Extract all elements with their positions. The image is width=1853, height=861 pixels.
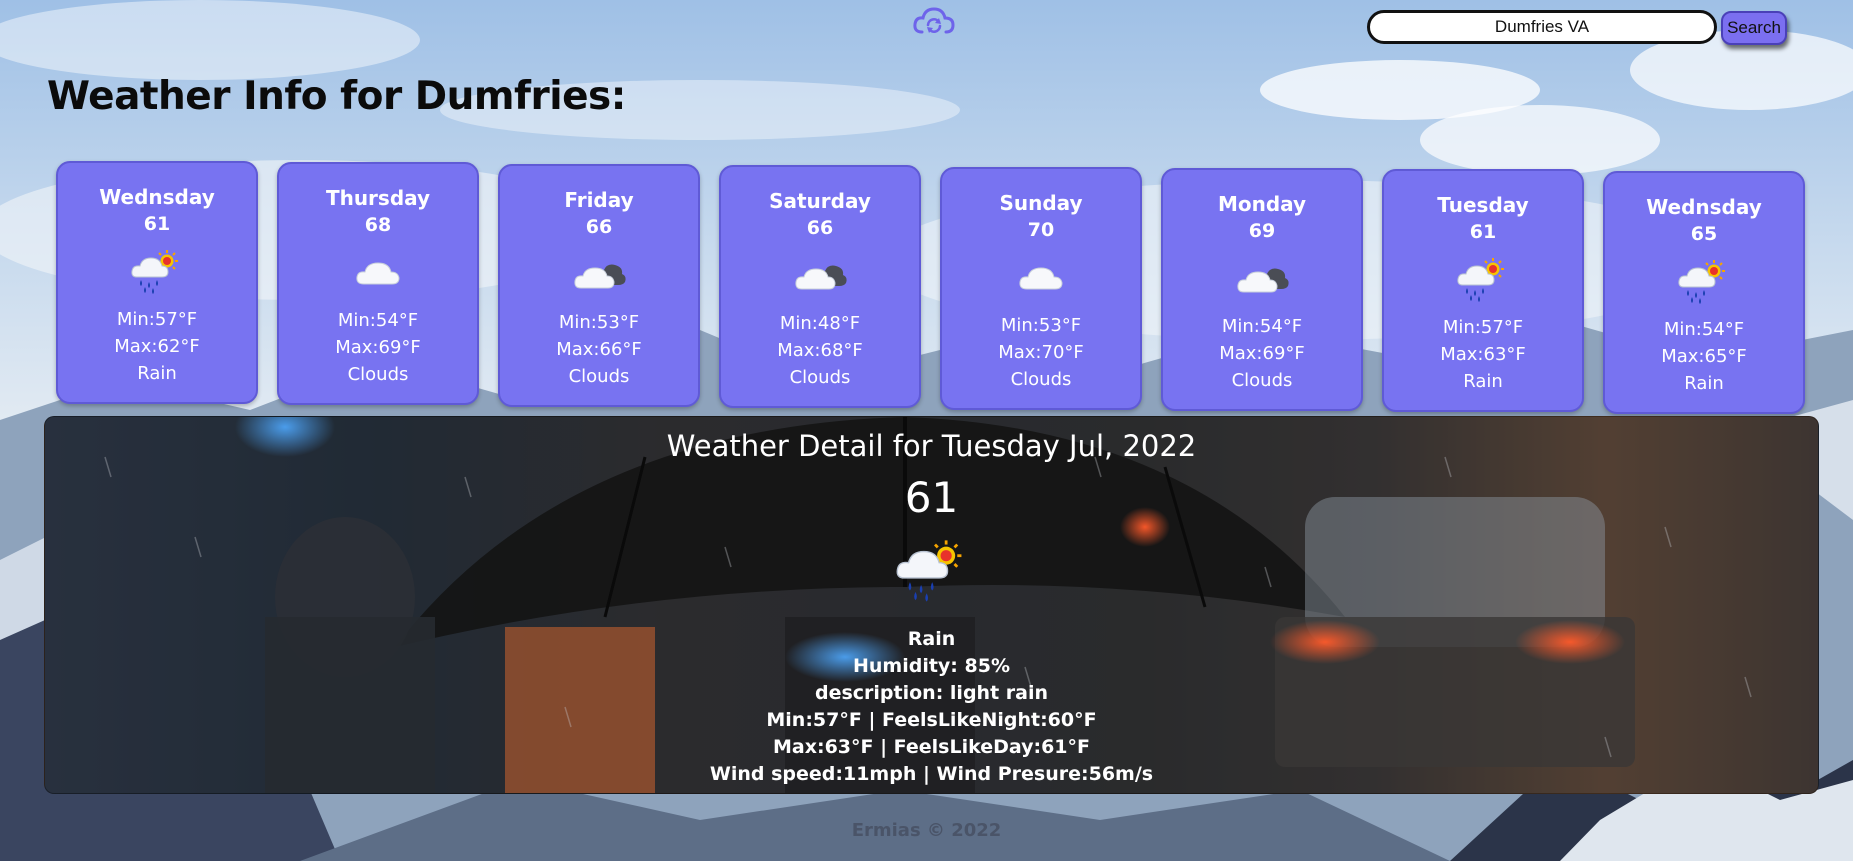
detail-wind: Wind speed:11mph | Wind Presure:56m/s xyxy=(709,763,1154,785)
forecast-min: Min:54°F xyxy=(1221,316,1303,337)
forecast-max: Max:66°F xyxy=(556,338,642,360)
detail-min-feels-night: Min:57°F | FeelsLikeNight:60°F xyxy=(766,709,1097,731)
forecast-max: Max:62°F xyxy=(114,336,200,357)
forecast-min: Min:54°F xyxy=(337,310,419,332)
forecast-temp: 68 xyxy=(364,214,392,237)
broken-clouds-icon xyxy=(795,265,847,290)
forecast-card-tuesday[interactable]: Tuesday 61 Min:57°F Max:63°F Rain xyxy=(1382,169,1584,413)
cloud-icon xyxy=(356,262,400,285)
forecast-day: Sunday xyxy=(999,190,1083,215)
detail-max-feels-day: Max:63°F | FeelsLikeDay:61°F xyxy=(772,736,1091,758)
rain-sun-icon xyxy=(896,540,962,602)
forecast-temp: 61 xyxy=(143,213,171,235)
forecast-min: Min:48°F xyxy=(779,313,861,335)
weather-detail-panel: Weather Detail for Tuesday Jul, 2022 61 … xyxy=(44,416,1819,794)
forecast-temp: 66 xyxy=(806,217,834,240)
forecast-max: Max:70°F xyxy=(998,341,1084,363)
detail-temperature: 61 xyxy=(904,473,959,522)
forecast-day: Friday xyxy=(564,187,634,212)
detail-description: description: light rain xyxy=(814,682,1048,704)
forecast-condition: Rain xyxy=(1684,372,1724,394)
forecast-condition: Clouds xyxy=(568,365,630,387)
detail-condition: Rain xyxy=(907,628,956,650)
footer-copyright: Ermias © 2022 xyxy=(851,820,1002,841)
forecast-min: Min:57°F xyxy=(1442,317,1524,339)
forecast-temp: 65 xyxy=(1690,222,1718,245)
forecast-temp: 69 xyxy=(1248,220,1276,242)
detail-title: Weather Detail for Tuesday Jul, 2022 xyxy=(666,429,1197,463)
forecast-temp: 66 xyxy=(585,215,613,238)
forecast-condition: Clouds xyxy=(789,367,851,389)
forecast-day: Wednsday xyxy=(1646,194,1762,219)
forecast-card-monday[interactable]: Monday 69 Min:54°F Max:69°F Clouds xyxy=(1161,168,1363,411)
forecast-day: Monday xyxy=(1217,192,1307,216)
forecast-condition: Rain xyxy=(1463,371,1503,393)
forecast-card-wednsday[interactable]: Wednsday 61 Min:57°F Max:62°F Rain xyxy=(56,161,258,404)
forecast-condition: Clouds xyxy=(1231,370,1293,391)
forecast-max: Max:68°F xyxy=(777,340,863,362)
forecast-day: Saturday xyxy=(769,189,871,214)
forecast-max: Max:69°F xyxy=(1219,343,1305,364)
forecast-condition: Clouds xyxy=(347,364,409,386)
rain-sun-icon xyxy=(1678,259,1725,304)
forecast-day: Thursday xyxy=(325,186,431,211)
cloud-icon xyxy=(1019,267,1063,290)
forecast-temp: 61 xyxy=(1469,221,1497,244)
forecast-day: Tuesday xyxy=(1437,193,1529,218)
search-input[interactable] xyxy=(1367,10,1717,44)
cloud-sync-icon[interactable] xyxy=(912,4,956,40)
forecast-card-wednsday[interactable]: Wednsday 65 Min:54°F Max:65°F Rain xyxy=(1603,170,1805,414)
forecast-max: Max:63°F xyxy=(1440,344,1526,366)
rain-sun-icon xyxy=(131,250,178,294)
page-title: Weather Info for Dumfries: xyxy=(47,74,626,119)
forecast-card-friday[interactable]: Friday 66 Min:53°F Max:66°F Clouds xyxy=(498,163,700,407)
broken-clouds-icon xyxy=(1237,268,1289,293)
forecast-max: Max:65°F xyxy=(1661,345,1747,367)
forecast-min: Min:53°F xyxy=(558,311,640,333)
broken-clouds-icon xyxy=(574,264,626,289)
forecast-condition: Clouds xyxy=(1010,368,1072,390)
detail-humidity: Humidity: 85% xyxy=(852,655,1010,677)
forecast-day: Wednsday xyxy=(99,185,215,209)
forecast-min: Min:57°F xyxy=(116,309,198,330)
search-button[interactable]: Search xyxy=(1721,11,1787,45)
forecast-condition: Rain xyxy=(137,363,177,384)
forecast-card-thursday[interactable]: Thursday 68 Min:54°F Max:69°F Clouds xyxy=(277,162,479,406)
rain-sun-icon xyxy=(1457,258,1504,303)
forecast-min: Min:54°F xyxy=(1663,318,1745,340)
forecast-min: Min:53°F xyxy=(1000,314,1082,336)
forecast-temp: 70 xyxy=(1027,218,1055,241)
forecast-card-sunday[interactable]: Sunday 70 Min:53°F Max:70°F Clouds xyxy=(940,166,1142,410)
forecast-card-saturday[interactable]: Saturday 66 Min:48°F Max:68°F Clouds xyxy=(719,165,921,409)
forecast-max: Max:69°F xyxy=(335,337,421,359)
